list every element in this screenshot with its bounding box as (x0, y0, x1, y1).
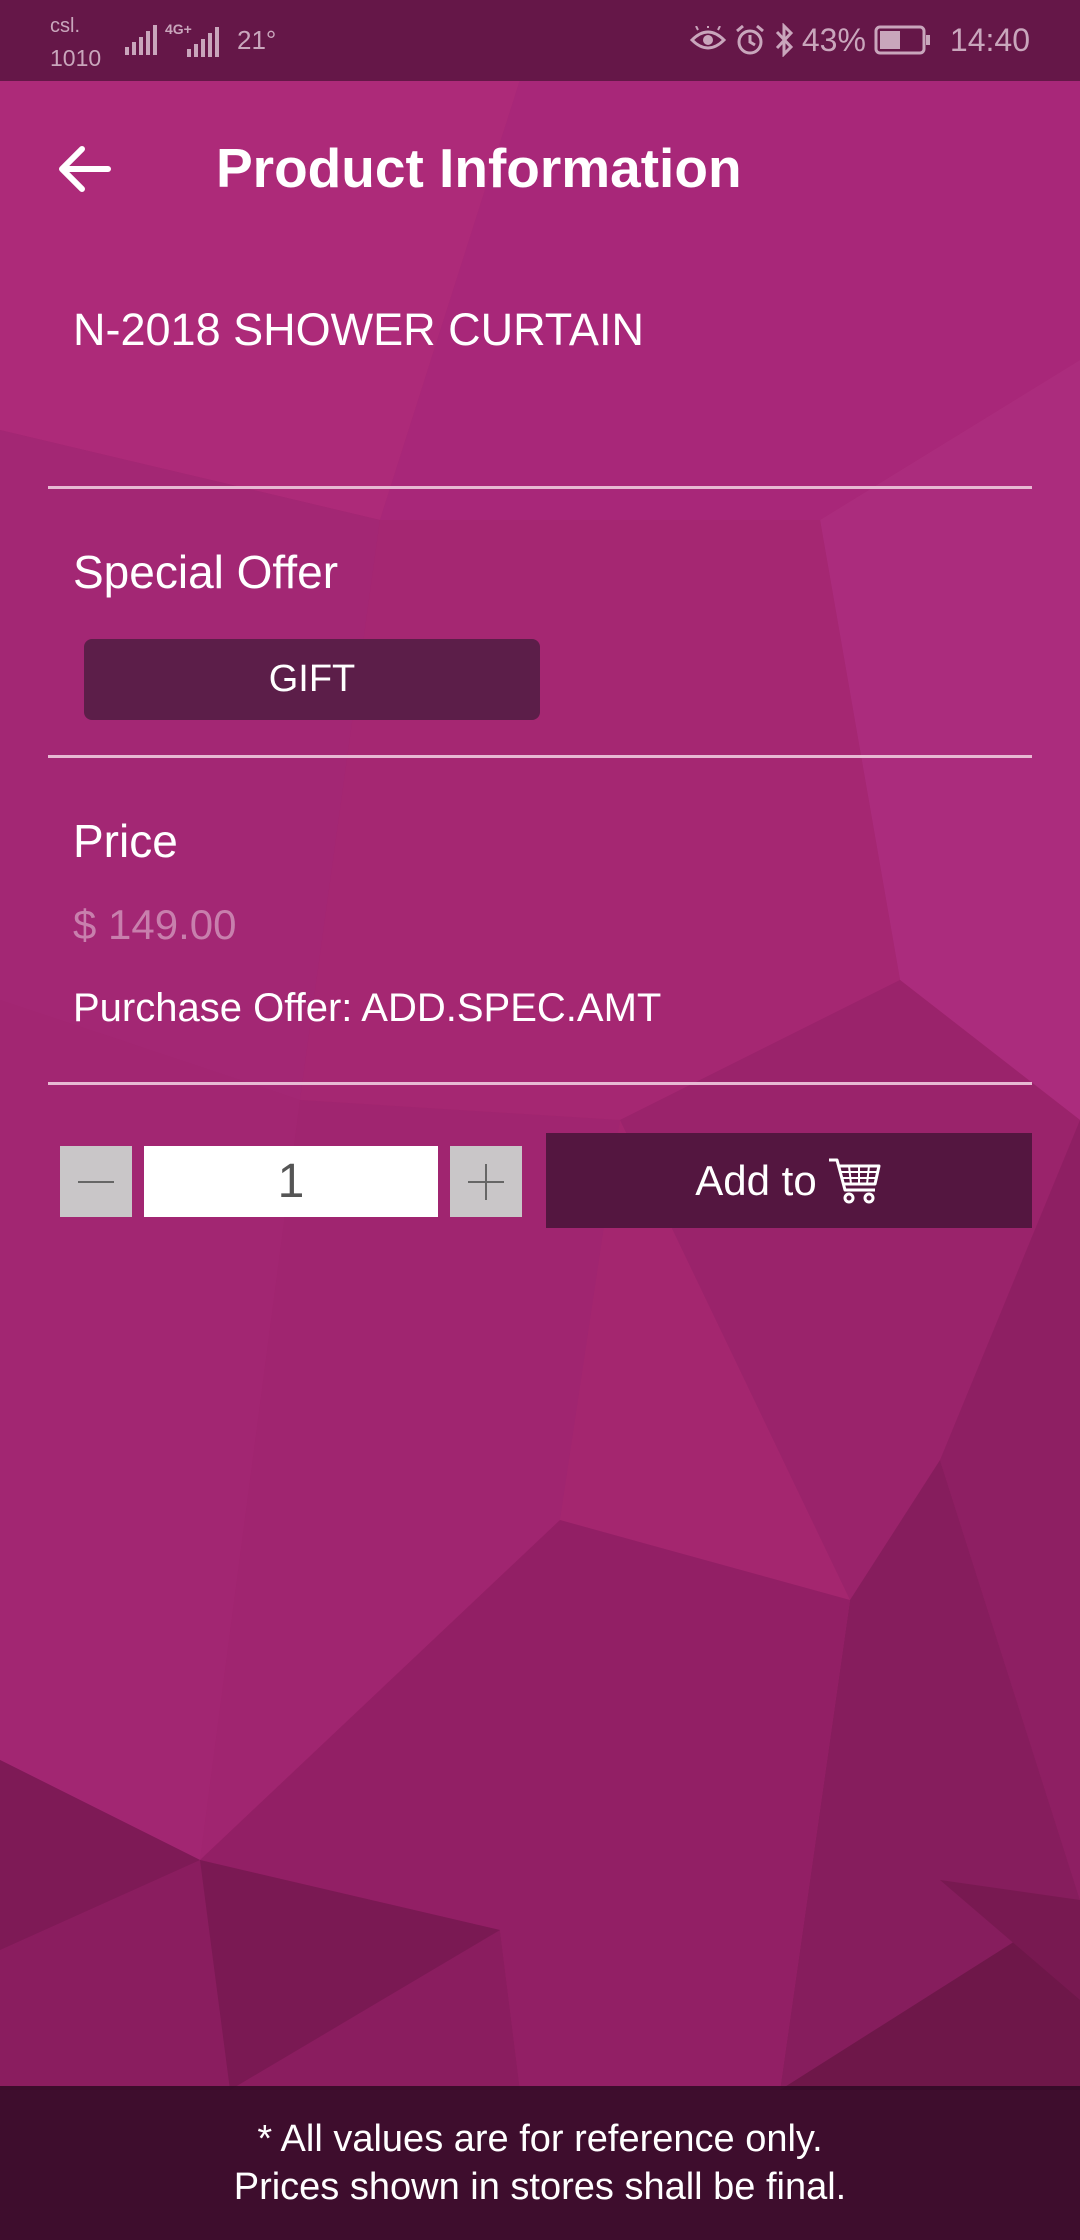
battery-percent: 43% (801, 21, 866, 58)
network-indicators: 4G+ 21° (125, 20, 276, 60)
disclaimer-line-1: * All values are for reference only. (257, 2118, 823, 2160)
minus-icon (78, 1180, 114, 1183)
increase-quantity-button[interactable] (450, 1146, 522, 1217)
signal-icon (125, 25, 157, 55)
divider (48, 486, 1032, 489)
product-name: N-2018 SHOWER CURTAIN (73, 304, 644, 355)
shopping-cart-icon (828, 1158, 881, 1203)
clock: 14:40 (949, 21, 1030, 58)
divider (48, 755, 1032, 758)
app-header: Product Information (0, 81, 1080, 251)
decrease-quantity-button[interactable] (60, 1146, 132, 1217)
eye-icon (689, 26, 726, 50)
price-value: $ 149.00 (73, 901, 237, 948)
temperature: 21° (237, 24, 277, 55)
plus-icon (468, 1163, 504, 1200)
gift-button[interactable]: GIFT (84, 639, 540, 720)
page-title: Product Information (216, 137, 742, 199)
quantity-input[interactable] (144, 1146, 438, 1217)
app-screen: csl. 1010 4G+ 21° 43% 14:40 Product Info… (0, 0, 1080, 2240)
add-to-cart-label: Add to (695, 1156, 817, 1204)
bluetooth-icon (775, 23, 793, 57)
purchase-offer: Purchase Offer: ADD.SPEC.AMT (73, 986, 662, 1030)
price-label: Price (73, 815, 178, 867)
divider (48, 1082, 1032, 1085)
alarm-icon (735, 24, 764, 55)
special-offer-label: Special Offer (73, 546, 339, 598)
arrow-left-icon (59, 146, 111, 192)
carrier-name: csl. (50, 15, 80, 37)
carrier-code: 1010 (50, 45, 102, 71)
disclaimer-line-2: Prices shown in stores shall be final. (233, 2166, 847, 2208)
signal-4g-icon: 4G+ (165, 21, 227, 57)
battery-icon (874, 25, 930, 55)
carrier-label: csl. 1010 (50, 12, 101, 72)
back-button[interactable] (46, 131, 122, 207)
status-icons: 43% 14:40 (689, 18, 1030, 62)
add-to-cart-button[interactable]: Add to (546, 1133, 1032, 1228)
disclaimer-footer: * All values are for reference only. Pri… (0, 2086, 1080, 2240)
status-bar: csl. 1010 4G+ 21° 43% 14:40 (0, 0, 1080, 81)
